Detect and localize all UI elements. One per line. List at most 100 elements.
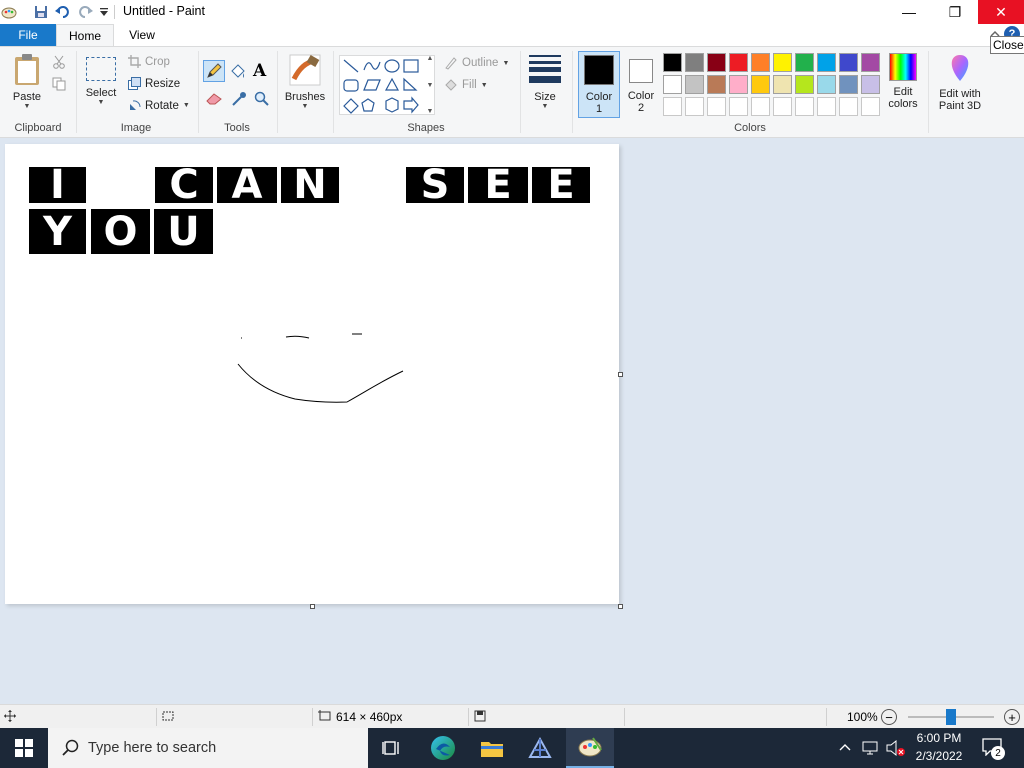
color-swatch[interactable] — [707, 53, 726, 72]
color-swatch[interactable] — [795, 75, 814, 94]
chevron-down-icon: ▼ — [301, 103, 309, 110]
zoom-in-icon[interactable]: + — [1004, 709, 1020, 725]
canvas-resize-handle-corner[interactable] — [618, 604, 623, 609]
custom-color-slot[interactable] — [861, 97, 880, 116]
clock-time[interactable]: 6:00 PM — [912, 731, 966, 745]
more-shapes-icon[interactable]: ▼ — [427, 108, 434, 115]
color-swatch[interactable] — [751, 53, 770, 72]
drawing-canvas[interactable]: I C A N S E E Y O U — [5, 144, 619, 604]
group-separator — [928, 51, 929, 133]
rotate-button[interactable]: Rotate ▼ — [128, 99, 190, 112]
color-swatch[interactable] — [663, 53, 682, 72]
canvas-resize-handle-bottom[interactable] — [310, 604, 315, 609]
color-picker-tool[interactable] — [231, 91, 247, 110]
group-separator — [76, 51, 77, 133]
color-swatch[interactable] — [663, 75, 682, 94]
size-button[interactable]: Size ▼ — [526, 55, 564, 110]
color-swatch[interactable] — [861, 75, 880, 94]
close-button[interactable]: ✕ — [978, 0, 1024, 24]
custom-color-slot[interactable] — [663, 97, 682, 116]
file-explorer-button[interactable] — [468, 728, 516, 768]
tab-file[interactable]: File — [0, 24, 56, 46]
outline-button[interactable]: Outline ▼ — [444, 56, 509, 70]
custom-color-slot[interactable] — [707, 97, 726, 116]
paint-icon — [578, 737, 602, 757]
brushes-button[interactable]: Brushes ▼ — [282, 53, 328, 110]
eraser-tool[interactable] — [206, 91, 224, 108]
color-swatch[interactable] — [707, 75, 726, 94]
undo-icon[interactable] — [54, 3, 72, 21]
color-swatch[interactable] — [795, 53, 814, 72]
taskbar-search-box[interactable]: Type here to search — [48, 728, 368, 768]
scroll-up-icon[interactable]: ▲ — [427, 55, 434, 62]
custom-color-slot[interactable] — [795, 97, 814, 116]
custom-color-slot[interactable] — [817, 97, 836, 116]
app-button[interactable] — [516, 728, 564, 768]
color-swatch[interactable] — [751, 75, 770, 94]
color-swatch[interactable] — [729, 75, 748, 94]
color-swatch[interactable] — [817, 75, 836, 94]
pencil-drawing — [237, 333, 404, 403]
color-swatch[interactable] — [861, 53, 880, 72]
redo-icon[interactable] — [76, 3, 94, 21]
status-separator — [312, 708, 313, 726]
maximize-button[interactable]: ❐ — [932, 0, 978, 24]
color-swatch[interactable] — [817, 53, 836, 72]
text-tool-icon[interactable]: A — [253, 61, 266, 81]
volume-muted-icon[interactable] — [885, 739, 907, 760]
custom-color-slot[interactable] — [729, 97, 748, 116]
paint-app-icon[interactable] — [0, 3, 18, 21]
color-swatch[interactable] — [729, 53, 748, 72]
zoom-out-icon[interactable]: − — [881, 709, 897, 725]
custom-color-slot[interactable] — [685, 97, 704, 116]
color1-number: 1 — [595, 103, 603, 115]
network-icon[interactable] — [861, 740, 879, 759]
color-swatch[interactable] — [839, 75, 858, 94]
clock-date[interactable]: 2/3/2022 — [912, 749, 966, 763]
custom-color-slot[interactable] — [751, 97, 770, 116]
color-swatch[interactable] — [685, 53, 704, 72]
taskbar: Type here to search 6:00 PM 2/3/2022 2 — [0, 728, 1024, 768]
status-separator — [624, 708, 625, 726]
cut-icon[interactable] — [52, 55, 66, 72]
color-swatch[interactable] — [685, 75, 704, 94]
pencil-tool[interactable] — [203, 60, 225, 82]
status-separator — [156, 708, 157, 726]
canvas-resize-handle-right[interactable] — [618, 372, 623, 377]
color-swatch[interactable] — [773, 75, 792, 94]
zoom-slider-thumb[interactable] — [946, 709, 956, 725]
color-swatch[interactable] — [839, 53, 858, 72]
fill-button[interactable]: Fill ▼ — [444, 78, 488, 92]
magnifier-tool[interactable] — [254, 91, 270, 110]
notification-center-button[interactable]: 2 — [982, 738, 1006, 760]
show-hidden-icons[interactable] — [838, 740, 852, 757]
minimize-button[interactable]: — — [886, 0, 932, 24]
custom-color-slot[interactable] — [773, 97, 792, 116]
paint-taskbar-button[interactable] — [566, 728, 614, 768]
paste-button[interactable]: Paste ▼ — [8, 53, 46, 110]
start-button[interactable] — [0, 728, 48, 768]
zoom-level: 100% — [847, 710, 878, 724]
scroll-down-icon[interactable]: ▼ — [427, 82, 434, 89]
shapes-gallery[interactable] — [339, 55, 435, 115]
select-button[interactable]: Select ▼ — [83, 57, 119, 106]
color1-button[interactable]: Color 1 — [578, 51, 620, 118]
tab-home[interactable]: Home — [56, 24, 114, 46]
resize-button[interactable]: Resize — [128, 77, 180, 90]
color-swatch[interactable] — [773, 53, 792, 72]
copy-icon[interactable] — [52, 77, 66, 94]
color2-button[interactable]: Color 2 — [621, 51, 661, 114]
tab-view[interactable]: View — [116, 24, 168, 46]
shapes-scroll[interactable]: ▲ ▼ ▼ — [424, 55, 436, 115]
edit-with-paint3d-button[interactable]: Edit with Paint 3D — [932, 53, 988, 112]
edge-browser-button[interactable] — [419, 728, 467, 768]
customize-qat-icon[interactable] — [95, 3, 113, 21]
save-icon[interactable] — [32, 3, 50, 21]
task-view-button[interactable] — [368, 728, 416, 768]
custom-color-slot[interactable] — [839, 97, 858, 116]
magnifier-icon — [254, 91, 269, 106]
ribbon-tabs: File Home View ? — [0, 24, 1024, 46]
crop-button[interactable]: Crop — [128, 55, 170, 68]
fill-bucket-tool[interactable] — [229, 63, 247, 84]
edit-colors-button[interactable]: Edit colors — [884, 53, 922, 110]
